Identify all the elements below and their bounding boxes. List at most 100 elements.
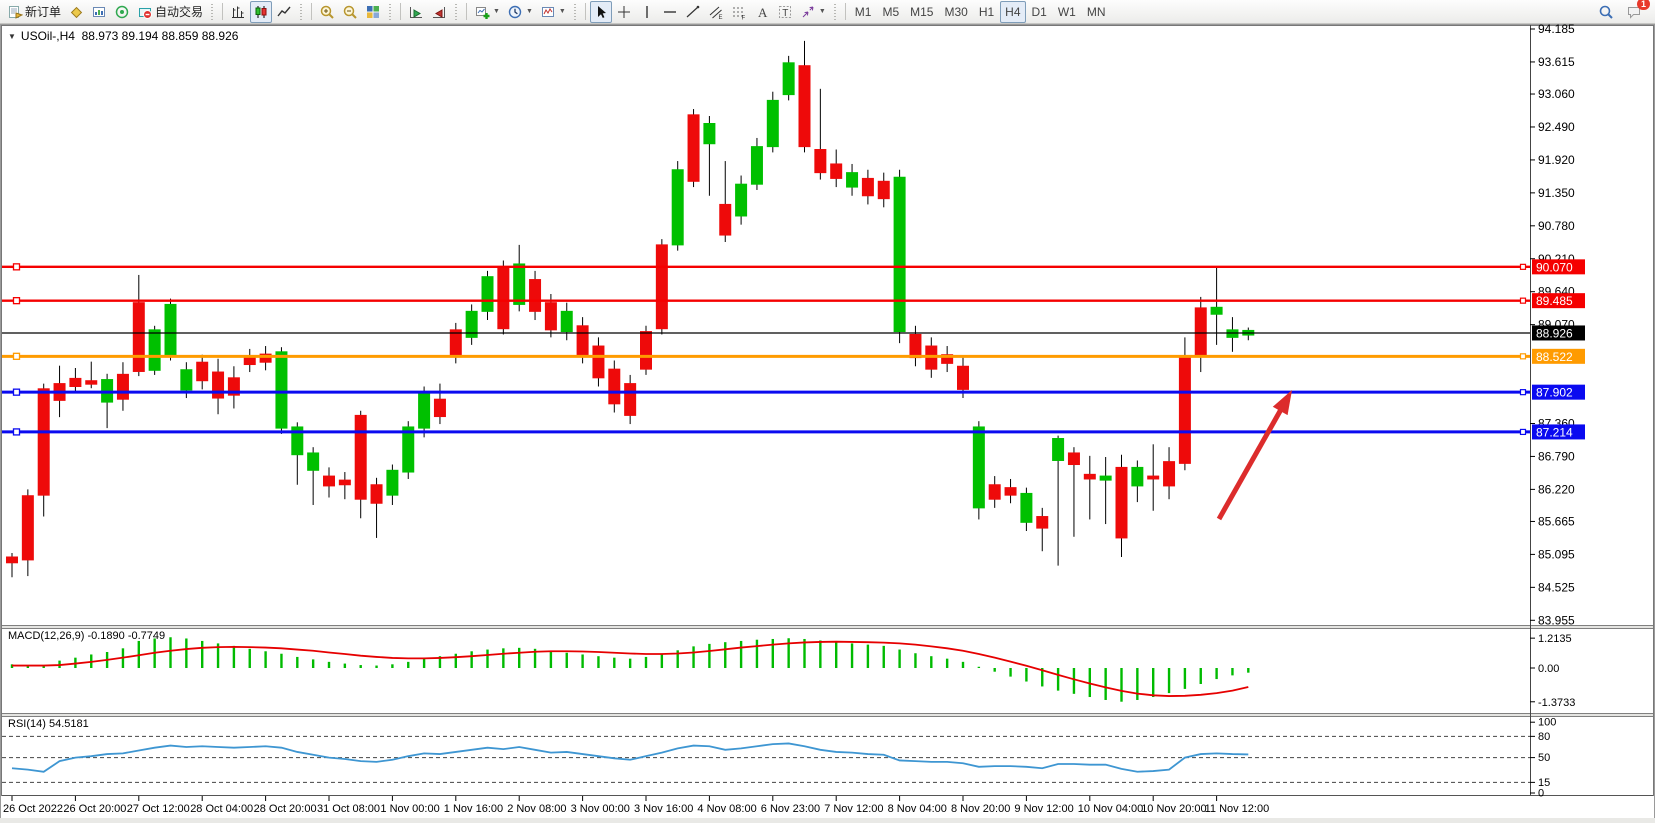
candle-body — [276, 352, 287, 428]
rsi-tick-label: 100 — [1538, 717, 1556, 729]
candle-body — [450, 330, 461, 355]
line-anchor[interactable] — [1521, 390, 1526, 395]
auto-scroll-button[interactable] — [405, 1, 427, 23]
notifications-button[interactable]: 1 — [1623, 1, 1645, 23]
tf-d1-button[interactable]: D1 — [1027, 1, 1052, 23]
candle-body — [1148, 476, 1159, 479]
candle-body — [831, 164, 842, 178]
channel-icon: E — [708, 4, 724, 20]
zoom-in-button[interactable] — [316, 1, 338, 23]
tf-w1-button[interactable]: W1 — [1053, 1, 1081, 23]
trend-icon — [685, 4, 701, 20]
chart-ohlc-values: 88.973 89.194 88.859 88.926 — [82, 29, 239, 43]
channel-button[interactable]: E — [705, 1, 727, 23]
signal-icon — [114, 4, 130, 20]
tf-m1-button[interactable]: M1 — [850, 1, 877, 23]
chart-profiles-button[interactable] — [65, 1, 87, 23]
toolbar-separator — [454, 4, 459, 20]
dropdown-arrow-icon[interactable]: ▼ — [559, 8, 566, 15]
line-anchor[interactable] — [1521, 264, 1526, 269]
price-chart[interactable]: 94.18593.61593.06092.49091.92091.35090.7… — [0, 24, 1655, 823]
tf-h4-button[interactable]: H4 — [1000, 1, 1025, 23]
tf-m15-button[interactable]: M15 — [905, 1, 938, 23]
market-watch-button[interactable] — [88, 1, 110, 23]
line-anchor[interactable] — [14, 429, 20, 435]
tf-m30-button[interactable]: M30 — [939, 1, 972, 23]
line-anchor[interactable] — [14, 264, 20, 270]
periods-button[interactable]: ▼ — [504, 1, 536, 23]
line-anchor[interactable] — [14, 298, 20, 304]
line-anchor[interactable] — [1521, 429, 1526, 434]
text-label-button[interactable]: T — [774, 1, 796, 23]
profile-icon — [68, 4, 84, 20]
dropdown-arrow-icon[interactable]: ▼ — [493, 8, 500, 15]
candles-icon — [253, 4, 269, 20]
newchart-icon — [474, 4, 490, 20]
time-tick-label: 1 Nov 00:00 — [380, 803, 439, 815]
tile-windows-button[interactable] — [362, 1, 384, 23]
candle-body — [1195, 308, 1206, 357]
new-order-button[interactable]: 新订单 — [4, 1, 64, 23]
templates-button[interactable]: ▼ — [537, 1, 569, 23]
chevron-down-icon[interactable]: ▼ — [8, 32, 16, 41]
macd-tick-label: -1.3733 — [1538, 697, 1575, 709]
candle-body — [355, 415, 366, 499]
price-line-label-text: 87.214 — [1536, 425, 1573, 439]
autotrade-icon — [137, 4, 153, 20]
chart-shift-button[interactable] — [428, 1, 450, 23]
search-button[interactable] — [1595, 1, 1617, 23]
candle-body — [799, 66, 810, 147]
signals-button[interactable] — [111, 1, 133, 23]
rsi-tick-label: 50 — [1538, 752, 1550, 764]
shapes-button[interactable]: ▼ — [797, 1, 829, 23]
price-line-label-text: 88.522 — [1536, 350, 1573, 364]
zoom-out-button[interactable] — [339, 1, 361, 23]
line-anchor[interactable] — [1521, 354, 1526, 359]
fibonacci-button[interactable]: F — [728, 1, 750, 23]
neworder-icon — [7, 4, 23, 20]
trendline-button[interactable] — [682, 1, 704, 23]
textT-icon: T — [777, 4, 793, 20]
auto-trading-button[interactable]: 自动交易 — [134, 1, 206, 23]
candle-body — [403, 427, 414, 472]
chart-window[interactable]: 94.18593.61593.06092.49091.92091.35090.7… — [0, 24, 1655, 823]
price-tick-label: 86.220 — [1538, 482, 1575, 496]
candle-body — [165, 304, 176, 354]
new-chart-button[interactable]: ▼ — [471, 1, 503, 23]
tf-h1-button[interactable]: H1 — [974, 1, 999, 23]
vertical-line-button[interactable] — [636, 1, 658, 23]
candle-body — [1053, 439, 1064, 461]
tf-m5-button[interactable]: M5 — [877, 1, 904, 23]
toolbar-group: M1M5M15M30H1H4D1W1MN — [850, 1, 1111, 23]
line-anchor[interactable] — [1521, 298, 1526, 303]
candle-body — [1005, 488, 1016, 496]
toolbar: 新订单 自动交易 ▼ ▼ ▼ E FAT ▼ M1M5M15M30H1H4D1W1MN 1 — [0, 0, 1655, 24]
candle-body — [1116, 467, 1127, 538]
svg-text:E: E — [718, 15, 722, 20]
line-chart-button[interactable] — [273, 1, 295, 23]
cursor-button[interactable] — [590, 1, 612, 23]
price-tick-label: 85.665 — [1538, 514, 1575, 528]
price-tick-label: 91.920 — [1538, 153, 1575, 167]
candle-body — [958, 366, 969, 389]
candle-body — [593, 346, 604, 378]
text-button[interactable]: A — [751, 1, 773, 23]
line-anchor[interactable] — [14, 353, 20, 359]
dropdown-arrow-icon[interactable]: ▼ — [819, 8, 826, 15]
horizontal-line-button[interactable] — [659, 1, 681, 23]
tf-mn-button[interactable]: MN — [1082, 1, 1111, 23]
notification-badge: 1 — [1637, 0, 1650, 10]
autoscroll-icon — [408, 4, 424, 20]
price-line-label-text: 89.485 — [1536, 294, 1573, 308]
toolbar-divider — [466, 3, 467, 20]
crosshair-button[interactable] — [613, 1, 635, 23]
candle-body — [767, 100, 778, 146]
dropdown-arrow-icon[interactable]: ▼ — [526, 8, 533, 15]
time-tick-label: 8 Nov 04:00 — [888, 803, 947, 815]
macd-tick-label: 0.00 — [1538, 663, 1559, 675]
macd-tick-label: 1.2135 — [1538, 633, 1572, 645]
candlestick-button[interactable] — [250, 1, 272, 23]
line-anchor[interactable] — [14, 389, 20, 395]
chart-symbol-period: USOil-,H4 — [21, 29, 75, 43]
bar-chart-button[interactable] — [227, 1, 249, 23]
